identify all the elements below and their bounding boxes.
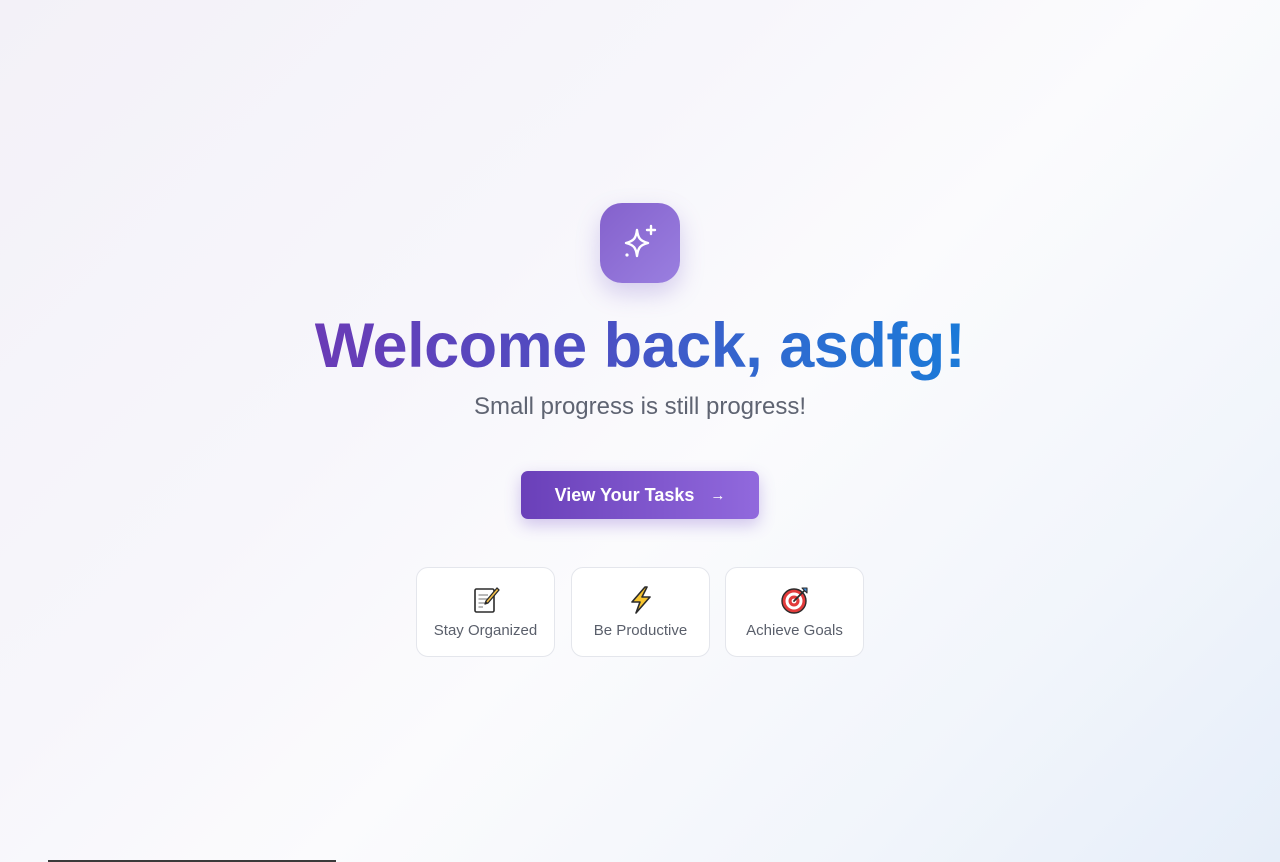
view-tasks-label: View Your Tasks	[554, 484, 695, 505]
target-icon	[780, 585, 810, 615]
app-logo	[600, 203, 680, 283]
feature-label: Stay Organized	[433, 622, 538, 639]
lightning-icon	[626, 585, 656, 615]
arrow-right-icon: →	[710, 486, 726, 504]
feature-label: Be Productive	[593, 622, 688, 639]
welcome-page: Welcome back, asdfg! Small progress is s…	[0, 0, 1280, 862]
feature-card-achieve-goals: Achieve Goals	[725, 567, 864, 657]
sparkles-icon	[624, 224, 657, 258]
feature-card-stay-organized: Stay Organized	[416, 567, 555, 657]
feature-label: Achieve Goals	[746, 622, 843, 639]
welcome-heading: Welcome back, asdfg!	[315, 308, 966, 384]
view-tasks-button[interactable]: View Your Tasks →	[521, 471, 759, 519]
memo-icon	[471, 585, 501, 615]
welcome-subtitle: Small progress is still progress!	[473, 393, 807, 420]
feature-card-be-productive: Be Productive	[571, 567, 710, 657]
page-title: Welcome back, asdfg!	[0, 308, 1280, 384]
